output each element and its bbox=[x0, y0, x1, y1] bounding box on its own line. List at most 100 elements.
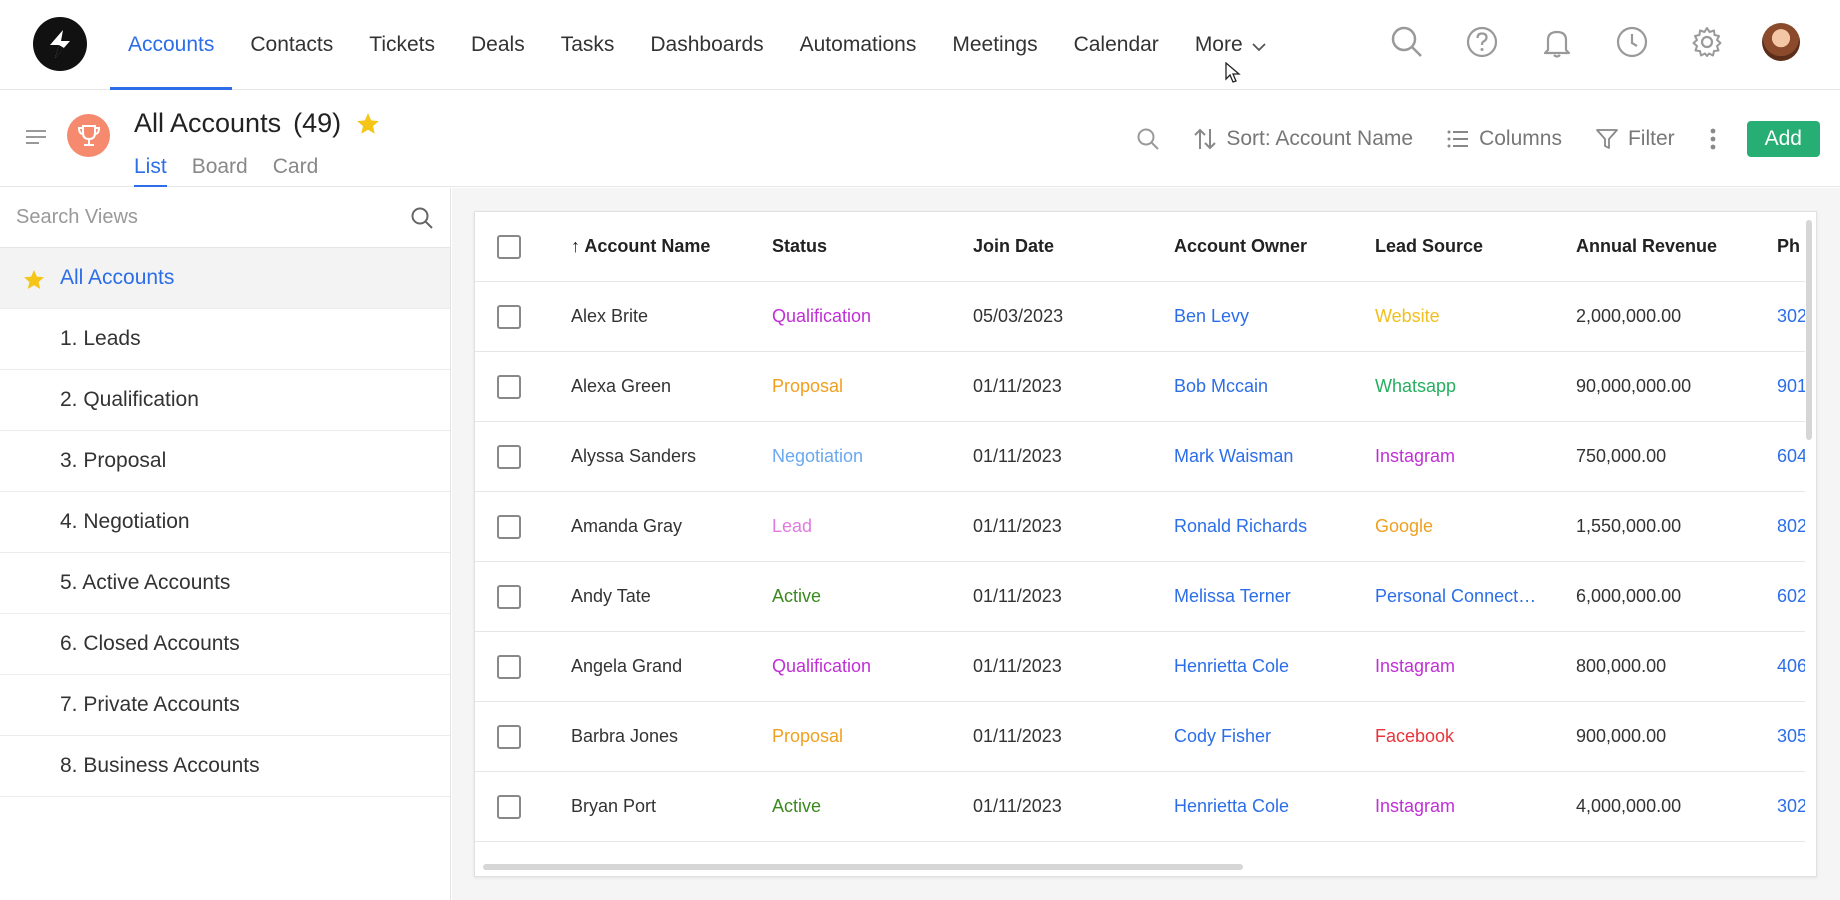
lead-source-cell: Instagram bbox=[1375, 656, 1456, 676]
bell-icon[interactable] bbox=[1537, 22, 1577, 62]
sidebar-view-item[interactable]: 1. Leads bbox=[0, 309, 450, 370]
lead-source-cell: Instagram bbox=[1375, 796, 1456, 816]
account-owner-link[interactable]: Ronald Richards bbox=[1174, 516, 1307, 537]
horizontal-scrollbar[interactable] bbox=[483, 864, 1243, 870]
row-checkbox[interactable] bbox=[497, 305, 521, 329]
account-owner-link[interactable]: Henrietta Cole bbox=[1174, 656, 1289, 677]
table-row[interactable]: Alex Brite Qualification 05/03/2023 Ben Lev… bbox=[475, 282, 1805, 352]
clock-icon[interactable] bbox=[1612, 22, 1652, 62]
account-name-cell: Alex Brite bbox=[571, 306, 649, 326]
table-row[interactable]: Amanda Gray Lead 01/11/2023 Ronald Richards… bbox=[475, 492, 1805, 562]
favorite-star-icon bbox=[24, 270, 44, 289]
account-name-cell: Bryan Port bbox=[571, 796, 657, 816]
column-header-annual-revenue[interactable]: Annual Revenue bbox=[1576, 236, 1717, 257]
lead-source-cell: Whatsapp bbox=[1375, 376, 1457, 396]
favorite-star-icon[interactable] bbox=[355, 111, 381, 137]
account-owner-link[interactable]: Bob Mccain bbox=[1174, 376, 1268, 397]
join-date-cell: 01/11/2023 bbox=[973, 516, 1062, 536]
column-header-join-date[interactable]: Join Date bbox=[973, 236, 1054, 257]
nav-tab-accounts[interactable]: Accounts bbox=[110, 0, 233, 90]
sidebar-view-item[interactable]: 6. Closed Accounts bbox=[0, 614, 450, 675]
gear-icon[interactable] bbox=[1687, 22, 1727, 62]
page-title: All Accounts (49) bbox=[134, 108, 381, 139]
app-logo[interactable] bbox=[33, 17, 87, 71]
search-icon[interactable] bbox=[1387, 22, 1427, 62]
account-owner-link[interactable]: Ben Levy bbox=[1174, 306, 1249, 327]
row-checkbox[interactable] bbox=[497, 375, 521, 399]
vertical-scrollbar[interactable] bbox=[1806, 220, 1812, 440]
view-tab-card[interactable]: Card bbox=[273, 155, 319, 187]
add-button[interactable]: Add bbox=[1746, 121, 1820, 157]
phone-link[interactable]: 302 bbox=[1777, 306, 1805, 327]
phone-link[interactable]: 802 bbox=[1777, 516, 1805, 537]
help-icon[interactable] bbox=[1462, 22, 1502, 62]
more-options-button[interactable] bbox=[1709, 127, 1717, 151]
nav-tab-tasks[interactable]: Tasks bbox=[543, 0, 633, 90]
table-row[interactable]: Bryan Port Active 01/11/2023 Henrietta Cole… bbox=[475, 772, 1805, 842]
columns-button[interactable]: Columns bbox=[1447, 127, 1562, 151]
nav-tab-contacts[interactable]: Contacts bbox=[232, 0, 351, 90]
phone-link[interactable]: 901 bbox=[1777, 376, 1805, 397]
row-checkbox[interactable] bbox=[497, 585, 521, 609]
select-all-checkbox[interactable] bbox=[497, 235, 521, 259]
nav-icon-group bbox=[1387, 22, 1800, 62]
table-row[interactable]: Angela Grand Qualification 01/11/2023 Henri… bbox=[475, 632, 1805, 702]
user-avatar[interactable] bbox=[1762, 23, 1800, 61]
account-name-cell: Alyssa Sanders bbox=[571, 446, 697, 466]
search-icon[interactable] bbox=[410, 206, 434, 230]
search-views-input[interactable] bbox=[16, 206, 396, 229]
sort-button[interactable]: Sort: Account Name bbox=[1194, 127, 1413, 151]
table-row[interactable]: Andy Tate Active 01/11/2023 Melissa Terner P… bbox=[475, 562, 1805, 632]
phone-link[interactable]: 302 bbox=[1777, 796, 1805, 817]
phone-link[interactable]: 602 bbox=[1777, 586, 1805, 607]
row-checkbox[interactable] bbox=[497, 655, 521, 679]
lead-source-cell: Instagram bbox=[1375, 446, 1456, 466]
nav-tab-tickets[interactable]: Tickets bbox=[351, 0, 453, 90]
nav-tab-meetings[interactable]: Meetings bbox=[934, 0, 1055, 90]
status-cell: Proposal bbox=[772, 376, 844, 396]
sidebar-view-item[interactable]: 4. Negotiation bbox=[0, 492, 450, 553]
account-owner-link[interactable]: Mark Waisman bbox=[1174, 446, 1293, 467]
column-header-account-owner[interactable]: Account Owner bbox=[1174, 236, 1307, 257]
join-date-cell: 01/11/2023 bbox=[973, 726, 1062, 746]
sidebar-view-item[interactable]: 7. Private Accounts bbox=[0, 675, 450, 736]
phone-link[interactable]: 406 bbox=[1777, 656, 1805, 677]
row-checkbox[interactable] bbox=[497, 515, 521, 539]
row-checkbox[interactable] bbox=[497, 795, 521, 819]
table-row[interactable]: Alexa Green Proposal 01/11/2023 Bob Mccain W… bbox=[475, 352, 1805, 422]
phone-link[interactable]: 305 bbox=[1777, 726, 1805, 747]
account-owner-link[interactable]: Melissa Terner bbox=[1174, 586, 1291, 607]
sidebar-view-item[interactable]: 5. Active Accounts bbox=[0, 553, 450, 614]
sidebar-view-label: 5. Active Accounts bbox=[60, 571, 231, 594]
sidebar-toggle-icon[interactable] bbox=[26, 129, 48, 150]
sidebar-view-item[interactable]: 3. Proposal bbox=[0, 431, 450, 492]
row-checkbox[interactable] bbox=[497, 445, 521, 469]
phone-link[interactable]: 604 bbox=[1777, 446, 1805, 467]
annual-revenue-cell: 750,000.00 bbox=[1576, 446, 1667, 466]
join-date-cell: 01/11/2023 bbox=[973, 796, 1062, 816]
column-header-status[interactable]: Status bbox=[772, 236, 827, 257]
row-checkbox[interactable] bbox=[497, 725, 521, 749]
view-tab-board[interactable]: Board bbox=[192, 155, 248, 187]
status-cell: Lead bbox=[772, 516, 813, 536]
account-owner-link[interactable]: Cody Fisher bbox=[1174, 726, 1271, 747]
sidebar-view-item[interactable]: 8. Business Accounts bbox=[0, 736, 450, 797]
nav-tab-calendar[interactable]: Calendar bbox=[1056, 0, 1177, 90]
list-search-button[interactable] bbox=[1136, 127, 1160, 151]
column-header-phone[interactable]: Ph bbox=[1777, 236, 1805, 257]
nav-tab-automations[interactable]: Automations bbox=[782, 0, 935, 90]
sidebar-view-label: 2. Qualification bbox=[60, 388, 199, 411]
table-row[interactable]: Barbra Jones Proposal 01/11/2023 Cody Fishe… bbox=[475, 702, 1805, 772]
account-owner-link[interactable]: Henrietta Cole bbox=[1174, 796, 1289, 817]
filter-button[interactable]: Filter bbox=[1596, 127, 1675, 151]
sidebar-view-item[interactable]: All Accounts bbox=[0, 248, 450, 309]
nav-tab-deals[interactable]: Deals bbox=[453, 0, 543, 90]
column-header-lead-source[interactable]: Lead Source bbox=[1375, 236, 1483, 257]
status-cell: Qualification bbox=[772, 656, 872, 676]
view-tab-list[interactable]: List bbox=[134, 155, 167, 187]
views-list: All Accounts 1. Leads 2. Qualification 3. P… bbox=[0, 248, 450, 797]
sidebar-view-item[interactable]: 2. Qualification bbox=[0, 370, 450, 431]
column-header-account-name[interactable]: ↑ Account Name bbox=[571, 236, 710, 257]
nav-tab-dashboards[interactable]: Dashboards bbox=[632, 0, 781, 90]
table-row[interactable]: Alyssa Sanders Negotiation 01/11/2023 Mark … bbox=[475, 422, 1805, 492]
